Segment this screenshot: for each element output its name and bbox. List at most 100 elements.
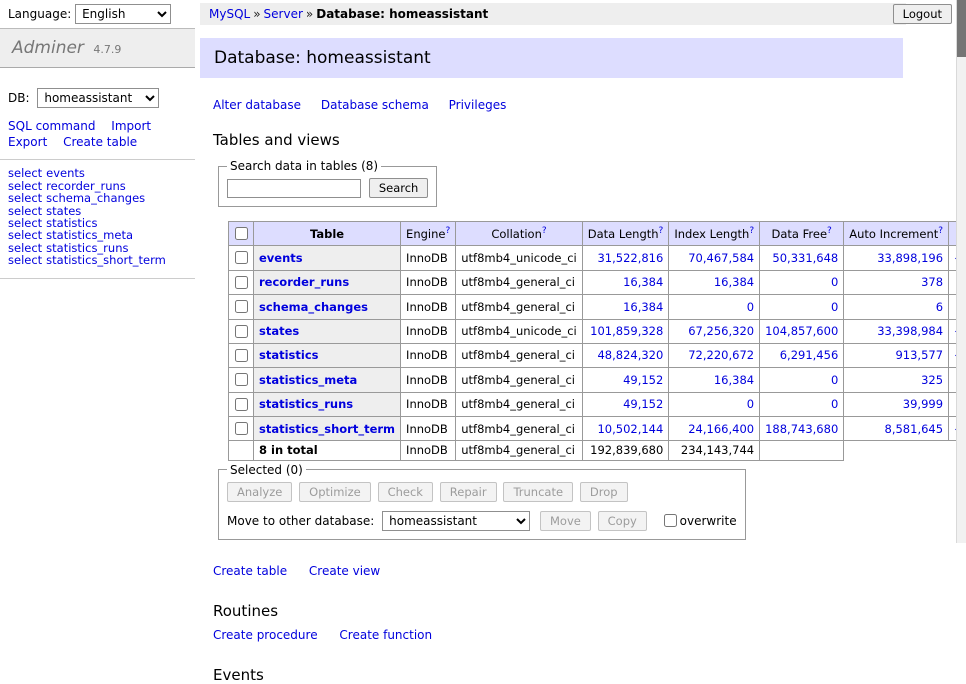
data-free-link[interactable]: 0 [831, 300, 838, 314]
index-length-link[interactable]: 67,256,320 [688, 324, 754, 338]
data-free-link[interactable]: 50,331,648 [772, 251, 838, 265]
auto-increment-link[interactable]: 913,577 [895, 348, 943, 362]
auto-increment-link[interactable]: 6 [936, 300, 943, 314]
create-links: Create table Create view [213, 564, 956, 578]
engine-cell: InnoDB [401, 319, 456, 343]
auto-increment-link[interactable]: 8,581,645 [885, 422, 944, 436]
row-checkbox[interactable] [235, 373, 248, 386]
auto-increment-link[interactable]: 325 [921, 373, 943, 387]
data-free-link[interactable]: 0 [831, 275, 838, 289]
data-free-link[interactable]: 188,743,680 [765, 422, 838, 436]
table-name-link[interactable]: schema_changes [259, 300, 368, 314]
database-schema-link[interactable]: Database schema [321, 98, 429, 112]
sidebar: Adminer 4.7.9 DB: homeassistant SQL comm… [0, 28, 195, 279]
db-select[interactable]: homeassistant [37, 88, 159, 108]
table-name-link[interactable]: statistics_runs [259, 397, 353, 411]
auto-increment-link[interactable]: 378 [921, 275, 943, 289]
auto-increment-link[interactable]: 39,999 [903, 397, 943, 411]
tables-overview-table: Table Engine? Collation? Data Length? In… [228, 221, 966, 461]
help-icon[interactable]: ? [749, 226, 754, 236]
index-length-link[interactable]: 16,384 [714, 275, 754, 289]
sidebar-table-list: selectevents selectrecorder_runs selects… [0, 160, 195, 278]
row-checkbox[interactable] [235, 398, 248, 411]
privileges-link[interactable]: Privileges [449, 98, 507, 112]
sidebar-link-export[interactable]: Export [8, 135, 47, 149]
breadcrumb-link-mysql[interactable]: MySQL [209, 7, 250, 21]
data-length-link[interactable]: 49,152 [623, 373, 663, 387]
data-free-link[interactable]: 0 [831, 397, 838, 411]
help-icon[interactable]: ? [827, 226, 832, 236]
index-length-link[interactable]: 24,166,400 [688, 422, 754, 436]
move-database-select[interactable]: homeassistant [382, 511, 530, 531]
overwrite-checkbox[interactable] [664, 514, 677, 527]
sidebar-link-create-table[interactable]: Create table [63, 135, 137, 149]
breadcrumb-separator: » [253, 7, 260, 21]
table-name-link[interactable]: events [259, 251, 303, 265]
collation-cell: utf8mb4_general_ci [456, 270, 583, 294]
total-index-length: 234,143,744 [669, 441, 760, 460]
index-length-link[interactable]: 0 [747, 300, 754, 314]
index-length-link[interactable]: 16,384 [714, 373, 754, 387]
app-title: Adminer 4.7.9 [0, 28, 195, 68]
app-name[interactable]: Adminer [12, 38, 84, 58]
table-name-link[interactable]: statistics_meta [259, 373, 357, 387]
sidebar-link-import[interactable]: Import [111, 119, 151, 133]
logout-button[interactable]: Logout [893, 4, 952, 24]
data-free-link[interactable]: 104,857,600 [765, 324, 838, 338]
create-view-link[interactable]: Create view [309, 564, 380, 578]
table-name-link[interactable]: statistics_short_term [259, 422, 395, 436]
column-header-index-length: Index Length [674, 227, 749, 241]
overwrite-option[interactable]: overwrite [660, 514, 737, 528]
row-checkbox[interactable] [235, 422, 248, 435]
data-length-link[interactable]: 16,384 [623, 275, 663, 289]
table-link-statistics-short-term[interactable]: statistics_short_term [46, 253, 166, 267]
create-function-link[interactable]: Create function [339, 628, 432, 642]
data-free-link[interactable]: 6,291,456 [780, 348, 839, 362]
index-length-link[interactable]: 0 [747, 397, 754, 411]
data-length-link[interactable]: 101,859,328 [590, 324, 663, 338]
column-header-data-free: Data Free [772, 227, 828, 241]
data-free-link[interactable]: 0 [831, 373, 838, 387]
row-checkbox[interactable] [235, 300, 248, 313]
collation-cell: utf8mb4_general_ci [456, 392, 583, 416]
data-length-link[interactable]: 10,502,144 [597, 422, 663, 436]
table-name-link[interactable]: states [259, 324, 299, 338]
create-table-link[interactable]: Create table [213, 564, 287, 578]
table-name-link[interactable]: statistics [259, 348, 319, 362]
scrollbar-thumb[interactable] [957, 0, 966, 57]
auto-increment-link[interactable]: 33,898,196 [877, 251, 943, 265]
select-all-checkbox[interactable] [235, 227, 248, 240]
help-icon[interactable]: ? [542, 226, 547, 236]
vertical-scrollbar[interactable] [956, 0, 966, 543]
data-length-link[interactable]: 31,522,816 [597, 251, 663, 265]
row-checkbox[interactable] [235, 251, 248, 264]
create-procedure-link[interactable]: Create procedure [213, 628, 318, 642]
overwrite-label: overwrite [680, 514, 737, 528]
table-name-link[interactable]: recorder_runs [259, 275, 349, 289]
data-length-link[interactable]: 49,152 [623, 397, 663, 411]
truncate-button: Truncate [503, 482, 573, 502]
language-bar: Language: English [0, 0, 179, 28]
index-length-link[interactable]: 70,467,584 [688, 251, 754, 265]
data-length-link[interactable]: 48,824,320 [597, 348, 663, 362]
search-button[interactable]: Search [369, 178, 429, 198]
index-length-link[interactable]: 72,220,672 [688, 348, 754, 362]
row-checkbox[interactable] [235, 349, 248, 362]
help-icon[interactable]: ? [445, 226, 450, 236]
alter-database-link[interactable]: Alter database [213, 98, 301, 112]
select-link[interactable]: select [8, 253, 42, 267]
language-select[interactable]: English [75, 4, 171, 24]
search-input[interactable] [227, 179, 361, 198]
analyze-button: Analyze [227, 482, 292, 502]
auto-increment-link[interactable]: 33,398,984 [877, 324, 943, 338]
collation-cell: utf8mb4_general_ci [456, 368, 583, 392]
sidebar-link-sql-command[interactable]: SQL command [8, 119, 95, 133]
help-icon[interactable]: ? [938, 226, 943, 236]
table-row: states InnoDB utf8mb4_unicode_ci 101,859… [229, 319, 966, 343]
data-length-link[interactable]: 16,384 [623, 300, 663, 314]
row-checkbox[interactable] [235, 325, 248, 338]
breadcrumb-link-server[interactable]: Server [264, 7, 303, 21]
help-icon[interactable]: ? [659, 226, 664, 236]
row-checkbox[interactable] [235, 276, 248, 289]
check-button: Check [378, 482, 433, 502]
